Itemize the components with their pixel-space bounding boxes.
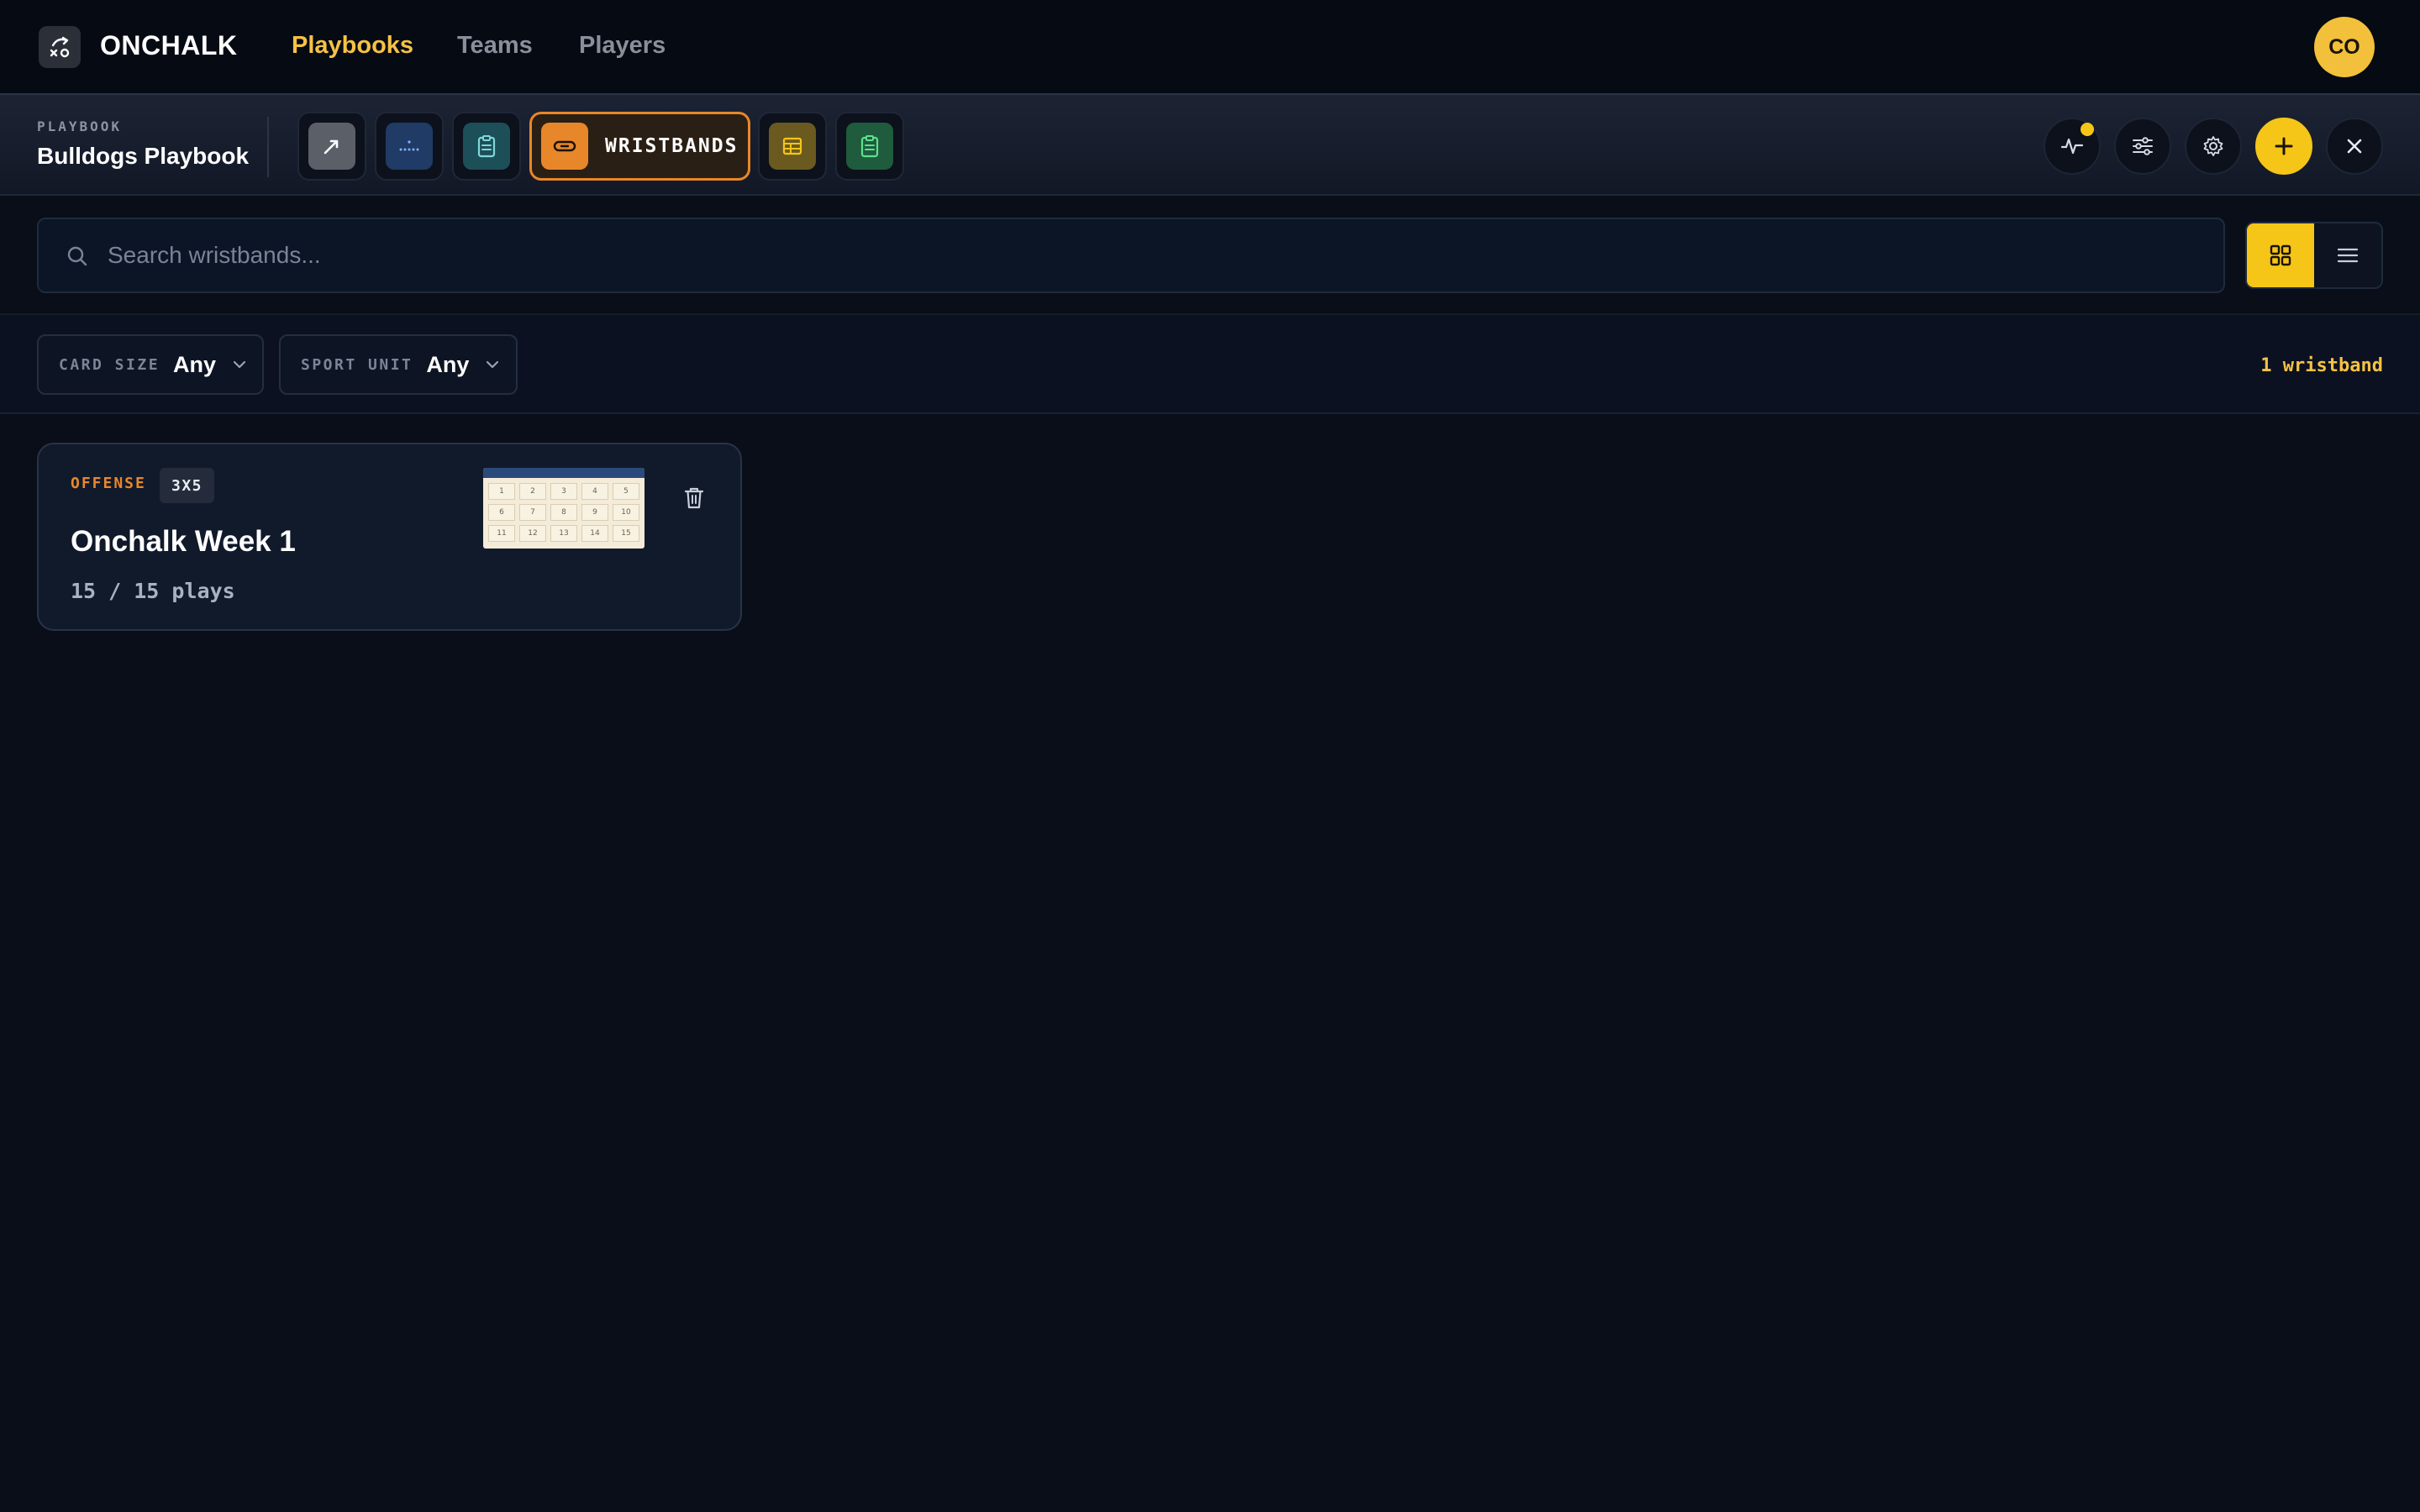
playbook-title: Bulldogs Playbook [37, 143, 250, 169]
clipboard-icon [463, 123, 510, 170]
search-input[interactable] [108, 219, 2191, 291]
playbook-section-label: PLAYBOOK [37, 118, 123, 134]
chevron-down-icon [487, 360, 499, 369]
chevron-down-icon [233, 360, 246, 369]
thumbnail-cell: 14 [581, 525, 608, 542]
tool-formation-button[interactable] [375, 112, 444, 181]
thumbnail-cell: 8 [550, 504, 577, 521]
thumbnail-cell: 6 [488, 504, 515, 521]
top-navigation: ONCHALK Playbooks Teams Players CO [0, 0, 2420, 93]
wristband-title: Onchalk Week 1 [71, 525, 296, 558]
wristband-card[interactable]: OFFENSE 3X5 Onchalk Week 1 15 / 15 plays… [37, 443, 742, 631]
wristband-icon [541, 123, 588, 170]
tool-wristbands-label: WRISTBANDS [605, 135, 739, 157]
gear-icon [2203, 136, 2223, 156]
grid-view-button[interactable] [2247, 223, 2314, 287]
brand-name[interactable]: ONCHALK [100, 30, 237, 61]
wristband-thumbnail: 1 2 3 4 5 6 7 8 9 10 11 12 13 14 15 [483, 468, 644, 549]
sliders-icon [2133, 137, 2153, 155]
delete-button[interactable] [677, 481, 711, 515]
tool-table-button[interactable] [758, 112, 827, 181]
clipboard-list-icon [846, 123, 893, 170]
sport-unit-value: Any [426, 351, 470, 377]
thumbnail-cell: 7 [519, 504, 546, 521]
filter-row: CARD SIZE Any SPORT UNIT Any 1 wristband [0, 315, 2420, 414]
search-icon [66, 244, 89, 272]
card-size-value: Any [173, 351, 217, 377]
close-button[interactable] [2326, 118, 2383, 175]
sport-unit-label: SPORT UNIT [301, 355, 413, 374]
thumbnail-cell: 10 [613, 504, 639, 521]
list-icon [2337, 248, 2359, 263]
card-size-filter[interactable]: CARD SIZE Any [37, 334, 264, 395]
thumbnail-header [483, 468, 644, 478]
notification-dot [2081, 123, 2094, 136]
thumbnail-grid: 1 2 3 4 5 6 7 8 9 10 11 12 13 14 15 [483, 478, 644, 547]
thumbnail-cell: 1 [488, 483, 515, 500]
trash-icon [684, 487, 704, 509]
thumbnail-cell: 5 [613, 483, 639, 500]
nav-playbooks[interactable]: Playbooks [292, 32, 413, 60]
wristband-count: 1 wristband [2260, 355, 2383, 376]
nav-teams[interactable]: Teams [457, 32, 533, 60]
plus-icon [2275, 137, 2293, 155]
user-avatar[interactable]: CO [2314, 17, 2375, 77]
size-badge: 3X5 [160, 468, 215, 503]
thumbnail-cell: 2 [519, 483, 546, 500]
thumbnail-cell: 11 [488, 525, 515, 542]
thumbnail-cell: 13 [550, 525, 577, 542]
table-icon [769, 123, 816, 170]
tool-draw-button[interactable] [297, 112, 366, 181]
tool-playlist-button[interactable] [452, 112, 521, 181]
list-view-button[interactable] [2314, 223, 2381, 287]
thumbnail-cell: 4 [581, 483, 608, 500]
search-box[interactable] [37, 218, 2225, 293]
playbook-toolbar: PLAYBOOK Bulldogs Playbook WRISTBANDS [0, 93, 2420, 196]
toolbar-divider [267, 117, 269, 177]
pencil-arrow-icon [308, 123, 355, 170]
thumbnail-cell: 9 [581, 504, 608, 521]
settings-button[interactable] [2185, 118, 2242, 175]
close-icon [2347, 139, 2362, 154]
add-button[interactable] [2255, 118, 2312, 175]
thumbnail-cell: 12 [519, 525, 546, 542]
logo-icon[interactable] [39, 26, 81, 68]
thumbnail-cell: 15 [613, 525, 639, 542]
thumbnail-cell: 3 [550, 483, 577, 500]
filters-button[interactable] [2114, 118, 2171, 175]
formation-dots-icon [386, 123, 433, 170]
activity-icon [2060, 138, 2084, 155]
grid-icon [2270, 244, 2291, 266]
tool-wristbands-button[interactable]: WRISTBANDS [529, 112, 750, 181]
view-toggle [2245, 222, 2383, 289]
wristband-plays: 15 / 15 plays [71, 579, 235, 603]
tool-checklist-button[interactable] [835, 112, 904, 181]
sport-unit-filter[interactable]: SPORT UNIT Any [279, 334, 518, 395]
card-size-label: CARD SIZE [59, 355, 160, 374]
search-row [0, 196, 2420, 315]
nav-players[interactable]: Players [579, 32, 666, 60]
activity-button[interactable] [2044, 118, 2101, 175]
unit-badge: OFFENSE [71, 475, 146, 492]
